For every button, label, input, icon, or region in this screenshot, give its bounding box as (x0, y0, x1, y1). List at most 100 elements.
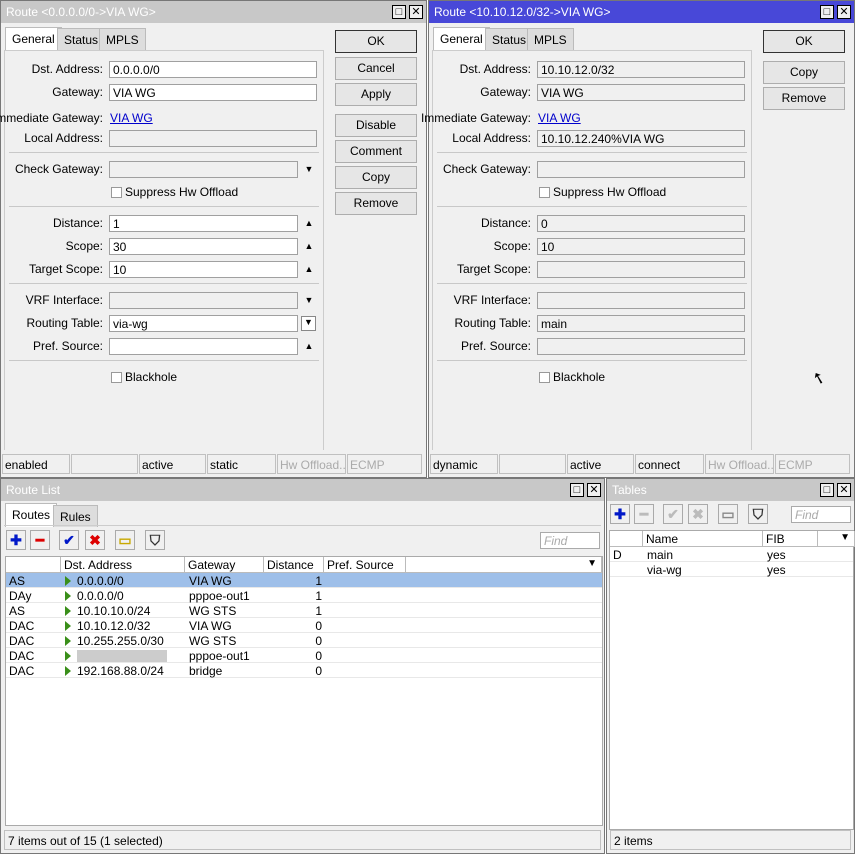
routing-table-dropdown-icon[interactable]: ▼ (301, 316, 316, 331)
add-icon[interactable]: ✚ (6, 530, 26, 550)
pref-source-up-arrow-icon[interactable]: ▲ (304, 341, 314, 351)
remove-icon[interactable]: ━ (30, 530, 50, 550)
button-ok[interactable]: OK (335, 30, 417, 53)
table-row[interactable]: AS 10.10.10.0/24 WG STS 1 (6, 603, 602, 618)
check-gateway-field[interactable] (537, 161, 745, 178)
table-row[interactable]: DAC 10.255.255.0/30 WG STS 0 (6, 633, 602, 648)
local-address-field[interactable] (109, 130, 317, 147)
tab-status[interactable]: Status (485, 28, 534, 50)
button-remove[interactable]: Remove (763, 87, 845, 110)
tab-mpls[interactable]: MPLS (527, 28, 574, 50)
filter-icon[interactable]: ⛉ (748, 504, 768, 524)
immediate-gateway-link[interactable]: VIA WG (538, 111, 581, 125)
button-comment[interactable]: Comment (335, 140, 417, 163)
tab-general[interactable]: General (5, 27, 62, 51)
target-scope-field[interactable] (537, 261, 745, 278)
button-apply[interactable]: Apply (335, 83, 417, 106)
suppress-hw-offload-checkbox[interactable] (111, 187, 122, 198)
window-title-bar[interactable]: Route <10.10.12.0/32->VIA WG> □ ✕ (429, 1, 854, 23)
enable-icon[interactable]: ✔ (59, 530, 79, 550)
pref-source-field[interactable] (109, 338, 298, 355)
table-row[interactable]: AS 0.0.0.0/0 VIA WG 1 (6, 573, 602, 588)
immediate-gateway-link[interactable]: VIA WG (110, 111, 153, 125)
column-header[interactable]: Pref. Source (324, 557, 406, 573)
gateway-field[interactable]: VIA WG (537, 84, 745, 101)
table-row[interactable]: DAC 10.10.12.0/32 VIA WG 0 (6, 618, 602, 633)
distance-up-arrow-icon[interactable]: ▲ (304, 218, 314, 228)
tab-rules[interactable]: Rules (53, 505, 98, 527)
tab-mpls[interactable]: MPLS (99, 28, 146, 50)
find-input[interactable]: Find (791, 506, 851, 523)
routing-table-field[interactable]: via-wg (109, 315, 298, 332)
target-scope-up-arrow-icon[interactable]: ▲ (304, 264, 314, 274)
add-icon[interactable]: ✚ (610, 504, 630, 524)
blackhole-checkbox[interactable] (539, 372, 550, 383)
column-header[interactable] (610, 531, 643, 547)
button-copy[interactable]: Copy (335, 166, 417, 189)
button-copy[interactable]: Copy (763, 61, 845, 84)
close-button[interactable]: ✕ (837, 483, 851, 497)
dst-address-field[interactable]: 10.10.12.0/32 (537, 61, 745, 78)
window-title-bar[interactable]: Route <0.0.0.0/0->VIA WG> □ ✕ (1, 1, 426, 23)
suppress-hw-offload-checkbox[interactable] (539, 187, 550, 198)
button-cancel[interactable]: Cancel (335, 57, 417, 80)
disable-icon[interactable]: ✖ (688, 504, 708, 524)
comment-icon[interactable]: ▭ (718, 504, 738, 524)
pref-source-field[interactable] (537, 338, 745, 355)
enable-icon[interactable]: ✔ (663, 504, 683, 524)
route-list-window: Route List □ ✕ Routes Rules ✚ ━ ✔ ✖ ▭ ⛉ Find Dst. Ad… (0, 478, 605, 854)
maximize-button[interactable]: □ (820, 483, 834, 497)
filter-icon[interactable]: ⛉ (145, 530, 165, 550)
window-title-bar[interactable]: Route List □ ✕ (1, 479, 604, 501)
close-button[interactable]: ✕ (409, 5, 423, 19)
maximize-button[interactable]: □ (392, 5, 406, 19)
check-gateway-dropdown-icon[interactable]: ▼ (304, 164, 314, 174)
tab-general[interactable]: General (433, 27, 490, 51)
table-row[interactable]: DAC pppoe-out1 0 (6, 648, 602, 663)
column-header[interactable]: ▼ (818, 531, 855, 547)
dst-address-cell: 0.0.0.0/0 (62, 573, 127, 588)
tab-status[interactable]: Status (57, 28, 106, 50)
disable-icon[interactable]: ✖ (85, 530, 105, 550)
find-input[interactable]: Find (540, 532, 600, 549)
vrf-interface-field[interactable] (537, 292, 745, 309)
table-row[interactable]: Dmain yes (610, 547, 853, 562)
column-header[interactable]: Distance (264, 557, 324, 573)
column-header[interactable]: FIB (763, 531, 818, 547)
column-header[interactable]: Name (643, 531, 763, 547)
distance-cell: 0 (315, 649, 322, 663)
comment-icon[interactable]: ▭ (115, 530, 135, 550)
gateway-field[interactable]: VIA WG (109, 84, 317, 101)
scope-field[interactable]: 10 (537, 238, 745, 255)
table-row[interactable]: DAC 192.168.88.0/24 bridge 0 (6, 663, 602, 678)
distance-field[interactable]: 0 (537, 215, 745, 232)
distance-field[interactable]: 1 (109, 215, 298, 232)
tab-routes[interactable]: Routes (5, 503, 58, 527)
blackhole-checkbox[interactable] (111, 372, 122, 383)
button-disable[interactable]: Disable (335, 114, 417, 137)
table-row[interactable]: DAy 0.0.0.0/0 pppoe-out1 1 (6, 588, 602, 603)
local-address-field[interactable]: 10.10.12.240%VIA WG (537, 130, 745, 147)
separator (9, 360, 319, 361)
scope-field[interactable]: 30 (109, 238, 298, 255)
target-scope-field[interactable]: 10 (109, 261, 298, 278)
vrf-interface-field[interactable] (109, 292, 298, 309)
check-gateway-field[interactable] (109, 161, 298, 178)
maximize-button[interactable]: □ (820, 5, 834, 19)
remove-icon[interactable]: ━ (634, 504, 654, 524)
maximize-button[interactable]: □ (570, 483, 584, 497)
dst-address-field[interactable]: 0.0.0.0/0 (109, 61, 317, 78)
window-title-bar[interactable]: Tables □ ✕ (607, 479, 854, 501)
column-header[interactable]: Dst. Address (61, 557, 185, 573)
button-ok[interactable]: OK (763, 30, 845, 53)
scope-up-arrow-icon[interactable]: ▲ (304, 241, 314, 251)
column-header[interactable]: ▼ (406, 557, 602, 573)
close-button[interactable]: ✕ (587, 483, 601, 497)
column-header[interactable]: Gateway (185, 557, 264, 573)
button-remove[interactable]: Remove (335, 192, 417, 215)
table-row[interactable]: via-wg yes (610, 562, 853, 577)
vrf-interface-dropdown-icon[interactable]: ▼ (304, 295, 314, 305)
close-button[interactable]: ✕ (837, 5, 851, 19)
routing-table-field[interactable]: main (537, 315, 745, 332)
column-header[interactable] (6, 557, 61, 573)
